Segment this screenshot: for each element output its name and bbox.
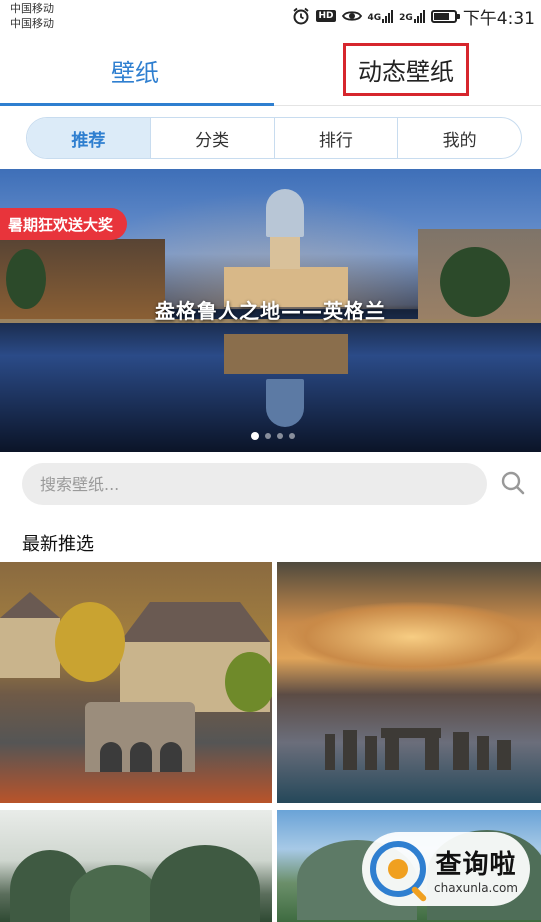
signal-2g-icon: 2G (399, 9, 425, 23)
network-4g-label: 4G (367, 13, 382, 23)
segment-recommend[interactable]: 推荐 (27, 118, 150, 158)
network-2g-label: 2G (399, 13, 413, 23)
status-bar: 中国移动 中国移动 HD 4G 2G 下午4:31 (0, 0, 541, 34)
watermark-url: chaxunla.com (434, 880, 518, 895)
stone (497, 740, 511, 770)
wallpaper-thumbnail[interactable] (0, 562, 272, 803)
stone (453, 732, 469, 770)
bridge (85, 702, 195, 772)
banner-reflection (224, 334, 348, 374)
magnifier-logo-icon (370, 841, 426, 897)
search-input[interactable] (40, 474, 440, 494)
search-icon[interactable] (500, 470, 526, 496)
promo-badge[interactable]: 暑期狂欢送大奖 (0, 208, 128, 240)
mountain (70, 865, 160, 922)
signal-4g-icon: 4G (368, 9, 394, 23)
banner-carousel[interactable]: 暑期狂欢送大奖 盎格鲁人之地——英格兰 (0, 169, 541, 452)
banner-caption: 盎格鲁人之地——英格兰 (155, 299, 386, 323)
stone (425, 738, 439, 770)
highlight-box: 动态壁纸 (343, 42, 469, 96)
tree (55, 602, 125, 682)
banner-dome (266, 189, 304, 237)
tab-wallpaper[interactable]: 壁纸 (0, 34, 270, 106)
carrier-label: 中国移动 (10, 2, 54, 15)
mountain (150, 845, 260, 922)
cloud (287, 602, 537, 672)
cottage (0, 618, 60, 678)
search-bar (22, 463, 487, 505)
clock: 下午4:31 (462, 8, 535, 29)
banner-reflection (266, 379, 304, 427)
segmented-control: 推荐 分类 排行 我的 (26, 117, 522, 159)
stone (477, 736, 489, 770)
roof (120, 602, 270, 642)
segment-category[interactable]: 分类 (149, 118, 274, 158)
stone (381, 728, 441, 738)
roof (0, 592, 60, 618)
tab-label: 壁纸 (111, 58, 159, 87)
tab-label: 动态壁纸 (358, 57, 454, 86)
carousel-dots (251, 432, 295, 440)
segment-ranking[interactable]: 排行 (273, 118, 398, 158)
battery-icon (430, 9, 460, 23)
section-title: 最新推选 (22, 534, 94, 555)
hd-icon: HD (316, 10, 336, 22)
segment-mine[interactable]: 我的 (397, 118, 521, 158)
stone (343, 730, 357, 770)
top-tab-bar: 壁纸 动态壁纸 (0, 34, 541, 106)
bridge-arch (100, 742, 122, 772)
eye-icon (341, 9, 362, 23)
carousel-dot (289, 433, 295, 439)
watermark-logo: 查询啦 chaxunla.com (362, 832, 530, 906)
wallpaper-thumbnail[interactable] (0, 810, 272, 922)
bridge-arch (130, 742, 152, 772)
status-icons: HD 4G 2G 下午4:31 (292, 5, 535, 29)
tab-live-wallpaper[interactable]: 动态壁纸 (271, 34, 541, 106)
stone (385, 738, 399, 770)
stone (325, 734, 335, 770)
active-tab-indicator (0, 103, 274, 106)
carousel-dot (277, 433, 283, 439)
watermark-text: 查询啦 (435, 849, 517, 880)
bridge-arch (160, 742, 182, 772)
alarm-icon (292, 7, 310, 25)
carousel-dot (265, 433, 271, 439)
tree (225, 652, 272, 712)
carrier-label: 中国移动 (10, 17, 54, 30)
wallpaper-thumbnail[interactable] (277, 562, 541, 803)
carousel-dot (251, 432, 259, 440)
stone (365, 736, 377, 770)
